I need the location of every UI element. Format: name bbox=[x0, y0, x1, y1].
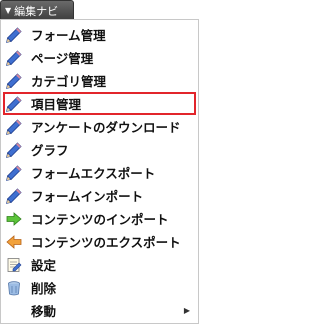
menu-item-label: フォームエクスポート bbox=[31, 166, 156, 181]
pencil-icon bbox=[6, 49, 22, 66]
menu-item-label: アンケートのダウンロード bbox=[31, 120, 181, 135]
settings-doc-icon bbox=[7, 257, 22, 272]
menu-item-content-export[interactable]: コンテンツのエクスポート bbox=[1, 230, 198, 253]
menu-item-label: 項目管理 bbox=[31, 97, 82, 112]
blank-icon bbox=[6, 303, 22, 319]
menu-item-label: 移動 bbox=[31, 304, 57, 319]
menu-item-label: フォームインポート bbox=[31, 189, 144, 204]
menu-item-field-management[interactable]: 項目管理 bbox=[3, 92, 196, 115]
pencil-icon bbox=[6, 164, 22, 181]
submenu-arrow-icon: ▶ bbox=[183, 306, 190, 315]
orange-left-arrow-icon bbox=[6, 234, 22, 249]
menu-item-label: ページ管理 bbox=[31, 51, 94, 66]
edit-nav-tab-label: 編集ナビ bbox=[14, 4, 59, 18]
pencil-icon bbox=[6, 26, 22, 43]
pencil-icon bbox=[6, 118, 22, 135]
pencil-icon bbox=[6, 187, 22, 204]
menu-item-label: コンテンツのエクスポート bbox=[31, 235, 181, 250]
menu-item-settings[interactable]: 設定 bbox=[1, 253, 198, 276]
edit-nav-menu: フォーム管理 ページ管理 カテゴリ管理 項目管理 アンケートのダウンロード グラ… bbox=[0, 19, 199, 324]
menu-item-label: グラフ bbox=[31, 143, 69, 158]
menu-item-category-management[interactable]: カテゴリ管理 bbox=[1, 69, 198, 92]
pencil-icon bbox=[6, 141, 22, 158]
menu-item-survey-download[interactable]: アンケートのダウンロード bbox=[1, 115, 198, 138]
menu-item-label: 削除 bbox=[31, 281, 57, 296]
menu-item-content-import[interactable]: コンテンツのインポート bbox=[1, 207, 198, 230]
edit-nav-tab[interactable]: ▼ 編集ナビ bbox=[0, 0, 74, 20]
menu-item-form-import[interactable]: フォームインポート bbox=[1, 184, 198, 207]
trash-icon bbox=[8, 280, 20, 295]
menu-item-graph[interactable]: グラフ bbox=[1, 138, 198, 161]
menu-item-move[interactable]: 移動 ▶ bbox=[1, 299, 198, 322]
menu-item-label: カテゴリ管理 bbox=[31, 74, 107, 89]
green-right-arrow-icon bbox=[6, 211, 22, 226]
menu-item-label: フォーム管理 bbox=[31, 28, 106, 43]
menu-item-label: 設定 bbox=[31, 258, 57, 273]
menu-item-delete[interactable]: 削除 bbox=[1, 276, 198, 299]
menu-item-page-management[interactable]: ページ管理 bbox=[1, 46, 198, 69]
pencil-icon bbox=[6, 72, 22, 89]
menu-item-label: コンテンツのインポート bbox=[31, 212, 169, 227]
pencil-icon bbox=[6, 95, 22, 112]
menu-item-form-export[interactable]: フォームエクスポート bbox=[1, 161, 198, 184]
menu-item-form-management[interactable]: フォーム管理 bbox=[1, 23, 198, 46]
caret-down-icon: ▼ bbox=[5, 6, 12, 15]
